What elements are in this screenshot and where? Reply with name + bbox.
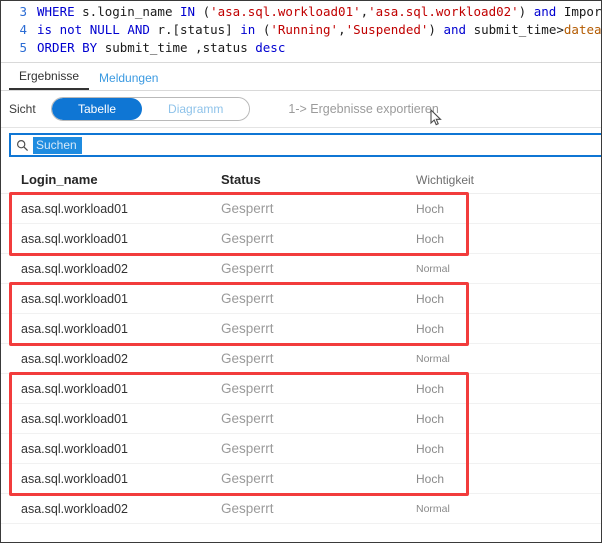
cell-login-name: asa.sql.workload01 — [21, 381, 129, 396]
view-toggle-tabelle[interactable]: Tabelle — [52, 98, 143, 120]
sql-line-number: 4 — [19, 22, 27, 37]
search-icon — [11, 139, 33, 152]
query-results-panel: 3 WHERE s.login_name IN ('asa.sql.workloa… — [0, 0, 602, 543]
column-header-wichtigkeit[interactable]: Wichtigkeit — [416, 173, 536, 187]
table-row[interactable]: asa.sql.workload02 Gesperrt Normal — [1, 494, 601, 524]
table-row[interactable]: asa.sql.workload01 Gesperrt Hoch — [1, 224, 601, 254]
cell-wichtigkeit: Normal — [416, 352, 450, 365]
sql-line-number: 5 — [19, 40, 27, 55]
sql-line[interactable]: 4 is not NULL AND r.[status] in ('Running… — [1, 21, 601, 39]
cell-status: Gesperrt — [221, 261, 274, 276]
cell-login-name: asa.sql.workload01 — [21, 201, 129, 216]
sql-line-code: is not NULL AND r.[status] in ('Running'… — [37, 22, 601, 37]
cell-wichtigkeit: Hoch — [416, 201, 445, 216]
table-row[interactable]: asa.sql.workload01 Gesperrt Hoch — [1, 284, 601, 314]
export-results-label: 1-> Ergebnisse exportieren — [288, 102, 439, 116]
cell-wichtigkeit: Hoch — [416, 231, 445, 246]
cell-login-name: asa.sql.workload01 — [21, 471, 129, 486]
table-row[interactable]: asa.sql.workload01 Gesperrt Hoch — [1, 434, 601, 464]
view-toolbar: Sicht Tabelle Diagramm 1-> Ergebnisse ex… — [1, 91, 601, 128]
cell-status: Gesperrt — [221, 501, 274, 516]
table-row[interactable]: asa.sql.workload02 Gesperrt Normal — [1, 344, 601, 374]
cell-status: Gesperrt — [221, 231, 274, 246]
table-body: asa.sql.workload01 Gesperrt Hoch asa.sql.wo… — [1, 194, 601, 524]
cell-login-name: asa.sql.workload01 — [21, 321, 129, 336]
cell-login-name: asa.sql.workload02 — [21, 501, 129, 516]
cell-login-name: asa.sql.workload02 — [21, 351, 129, 366]
search-input[interactable]: Suchen — [33, 136, 82, 154]
sql-code-lines[interactable]: 3 WHERE s.login_name IN ('asa.sql.workloa… — [1, 3, 601, 57]
sql-line[interactable]: 5 ORDER BY submit_time ,status desc — [1, 39, 601, 57]
table-row[interactable]: asa.sql.workload01 Gesperrt Hoch — [1, 194, 601, 224]
cell-login-name: asa.sql.workload01 — [21, 411, 129, 426]
table-row[interactable]: asa.sql.workload01 Gesperrt Hoch — [1, 404, 601, 434]
table-row[interactable]: asa.sql.workload01 Gesperrt Hoch — [1, 314, 601, 344]
table-row[interactable]: asa.sql.workload01 Gesperrt Hoch — [1, 464, 601, 494]
search-bar[interactable]: Suchen — [9, 133, 601, 157]
cell-status: Gesperrt — [221, 201, 274, 216]
tab-ergebnisse[interactable]: Ergebnisse — [9, 69, 90, 90]
cell-status: Gesperrt — [221, 291, 274, 306]
cell-login-name: asa.sql.workload01 — [21, 291, 129, 306]
sql-editor[interactable]: 3 WHERE s.login_name IN ('asa.sql.workloa… — [1, 1, 601, 63]
cell-wichtigkeit: Hoch — [416, 411, 445, 426]
sql-line-code: ORDER BY submit_time ,status desc — [37, 40, 286, 55]
sql-line[interactable]: 3 WHERE s.login_name IN ('asa.sql.workloa… — [1, 3, 601, 21]
column-header-status[interactable]: Status — [221, 172, 416, 187]
cell-login-name: asa.sql.workload01 — [21, 441, 129, 456]
sql-line-number: 3 — [19, 4, 27, 19]
result-tab-bar: Ergebnisse Meldungen — [1, 63, 601, 91]
cell-status: Gesperrt — [221, 441, 274, 456]
view-label: Sicht — [9, 102, 36, 116]
cell-wichtigkeit: Hoch — [416, 321, 445, 336]
cell-wichtigkeit: Hoch — [416, 381, 445, 396]
view-toggle-diagramm[interactable]: Diagramm — [142, 98, 250, 120]
cell-wichtigkeit: Normal — [416, 262, 450, 275]
cell-login-name: asa.sql.workload02 — [21, 261, 129, 276]
cell-wichtigkeit: Normal — [416, 502, 450, 515]
cell-wichtigkeit: Hoch — [416, 471, 445, 486]
cell-status: Gesperrt — [221, 321, 274, 336]
cell-login-name: asa.sql.workload01 — [21, 231, 129, 246]
cell-status: Gesperrt — [221, 411, 274, 426]
table-row[interactable]: asa.sql.workload01 Gesperrt Hoch — [1, 374, 601, 404]
table-row[interactable]: asa.sql.workload02 Gesperrt Normal — [1, 254, 601, 284]
sql-line-code: WHERE s.login_name IN ('asa.sql.workload… — [37, 4, 601, 19]
tab-meldungen[interactable]: Meldungen — [89, 71, 168, 90]
cell-wichtigkeit: Hoch — [416, 291, 445, 306]
cell-status: Gesperrt — [221, 381, 274, 396]
column-header-login-name[interactable]: Login_name — [21, 172, 221, 187]
export-results-link[interactable]: 1-> Ergebnisse exportieren — [288, 102, 443, 126]
cell-wichtigkeit: Hoch — [416, 441, 445, 456]
table-header-row: Login_name Status Wichtigkeit — [1, 166, 601, 194]
results-table: Login_name Status Wichtigkeit asa.sql.wo… — [1, 166, 601, 524]
view-toggle-group[interactable]: Tabelle Diagramm — [51, 97, 251, 121]
cell-status: Gesperrt — [221, 351, 274, 366]
cell-status: Gesperrt — [221, 471, 274, 486]
